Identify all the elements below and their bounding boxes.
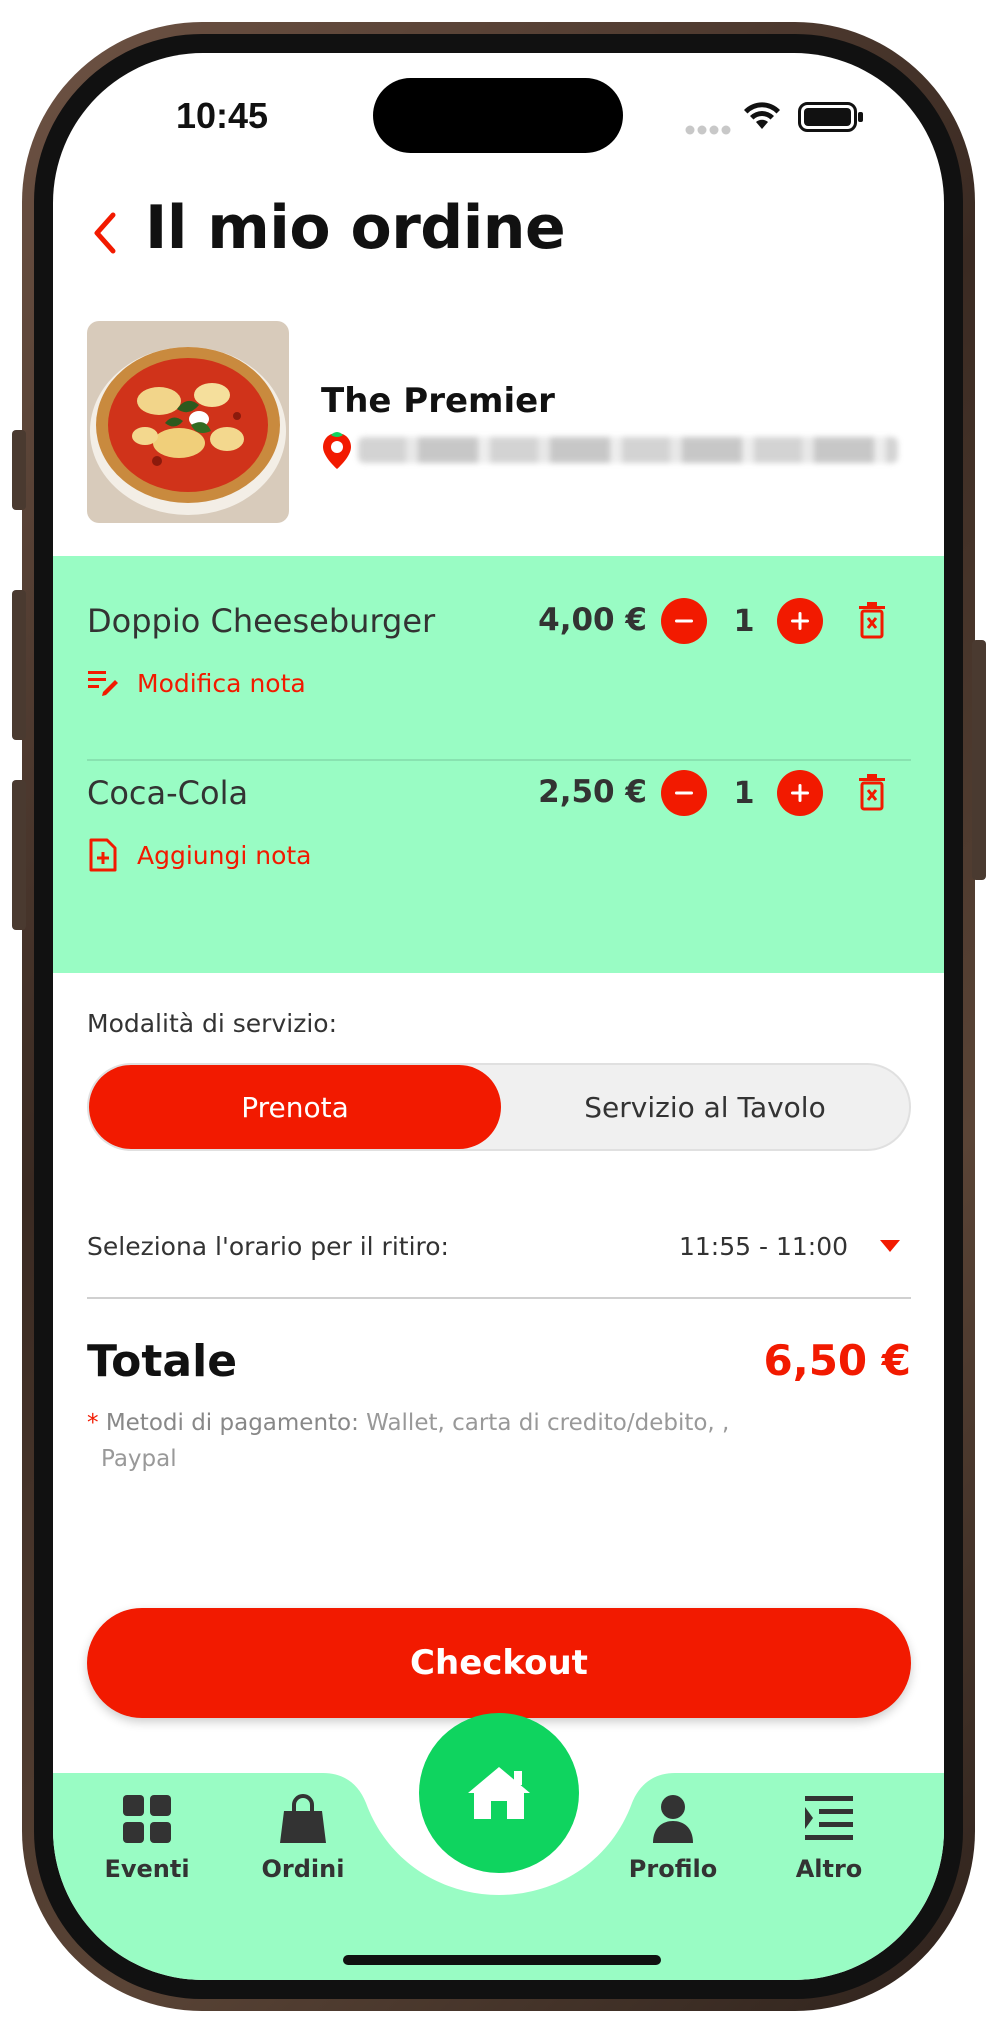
menu-list-icon xyxy=(805,1796,853,1840)
increase-quantity-button[interactable] xyxy=(777,770,823,816)
person-icon xyxy=(653,1795,693,1843)
wifi-icon xyxy=(742,99,782,135)
cart-item-price: 2,50 € xyxy=(538,774,647,810)
grid-icon xyxy=(123,1795,171,1843)
increase-quantity-button[interactable] xyxy=(777,598,823,644)
cart-item-price: 4,00 € xyxy=(538,602,647,638)
trash-icon xyxy=(859,774,885,811)
dynamic-island xyxy=(373,78,623,153)
add-note-icon xyxy=(89,838,117,876)
total-label: Totale xyxy=(87,1336,238,1387)
volume-up-button xyxy=(12,590,26,740)
service-option-table[interactable]: Servizio al Tavolo xyxy=(501,1065,909,1149)
shopping-bag-icon xyxy=(280,1794,326,1843)
cart-item-quantity: 1 xyxy=(733,604,755,639)
payment-methods-key: Metodi di pagamento: xyxy=(105,1410,359,1436)
home-icon xyxy=(468,1767,530,1819)
payment-methods-value-cont: Paypal xyxy=(101,1446,177,1472)
nav-label: Ordini xyxy=(261,1855,345,1883)
status-time: 10:45 xyxy=(176,95,269,136)
add-note-link[interactable]: Aggiungi nota xyxy=(137,841,312,870)
cart-item-name: Doppio Cheeseburger xyxy=(87,602,436,640)
service-option-prenota[interactable]: Prenota xyxy=(89,1065,501,1149)
nav-home-button[interactable] xyxy=(419,1713,579,1873)
section-divider xyxy=(87,1297,911,1299)
cart-item-quantity: 1 xyxy=(733,776,755,811)
item-divider xyxy=(87,759,911,761)
volume-down-button xyxy=(12,780,26,930)
cart-item-name: Coca-Cola xyxy=(87,774,249,812)
chevron-left-icon xyxy=(94,212,116,254)
minus-icon xyxy=(675,619,693,623)
cart-items-panel: Doppio Cheeseburger 4,00 € 1 Modifica no… xyxy=(53,556,944,973)
page-title: Il mio ordine xyxy=(145,193,566,263)
action-button xyxy=(12,430,26,510)
restaurant-name: The Premier xyxy=(321,381,555,421)
nav-label: Eventi xyxy=(104,1855,190,1883)
plus-icon xyxy=(791,612,809,630)
cellular-signal-icon xyxy=(685,121,731,140)
minus-icon xyxy=(675,791,693,795)
required-asterisk: * xyxy=(87,1410,99,1436)
pickup-time-select[interactable]: 11:55 - 11:00 xyxy=(679,1232,848,1261)
delete-item-button[interactable] xyxy=(857,773,887,815)
power-button xyxy=(972,640,986,880)
nav-label: Altro xyxy=(795,1855,863,1883)
restaurant-address-redacted xyxy=(358,437,898,463)
payment-methods-note: * Metodi di pagamento: Wallet, carta di … xyxy=(87,1405,787,1477)
service-mode-label: Modalità di servizio: xyxy=(87,1009,337,1038)
pickup-time-label: Seleziona l'orario per il ritiro: xyxy=(87,1232,449,1261)
edit-note-link[interactable]: Modifica nota xyxy=(137,669,306,698)
nav-ordini[interactable]: Ordini xyxy=(243,1793,363,1883)
back-button[interactable] xyxy=(85,203,125,263)
payment-methods-value: Wallet, carta di credito/debito, , xyxy=(366,1410,730,1436)
nav-profilo[interactable]: Profilo xyxy=(613,1793,733,1883)
nav-label: Profilo xyxy=(628,1855,718,1883)
total-value: 6,50 € xyxy=(763,1336,911,1385)
restaurant-image xyxy=(87,321,289,523)
decrease-quantity-button[interactable] xyxy=(661,598,707,644)
decrease-quantity-button[interactable] xyxy=(661,770,707,816)
app-screen: 10:45 Il mio ordine The Premier Doppio C… xyxy=(53,53,944,1980)
nav-eventi[interactable]: Eventi xyxy=(87,1793,207,1883)
home-indicator xyxy=(343,1955,661,1965)
location-pin-icon xyxy=(321,431,353,471)
plus-icon xyxy=(791,784,809,802)
battery-icon xyxy=(798,102,864,136)
delete-item-button[interactable] xyxy=(857,601,887,643)
edit-note-icon xyxy=(87,668,119,700)
nav-altro[interactable]: Altro xyxy=(769,1793,889,1883)
dropdown-caret-icon[interactable] xyxy=(880,1240,900,1252)
checkout-button[interactable]: Checkout xyxy=(87,1608,911,1718)
trash-icon xyxy=(859,602,885,639)
